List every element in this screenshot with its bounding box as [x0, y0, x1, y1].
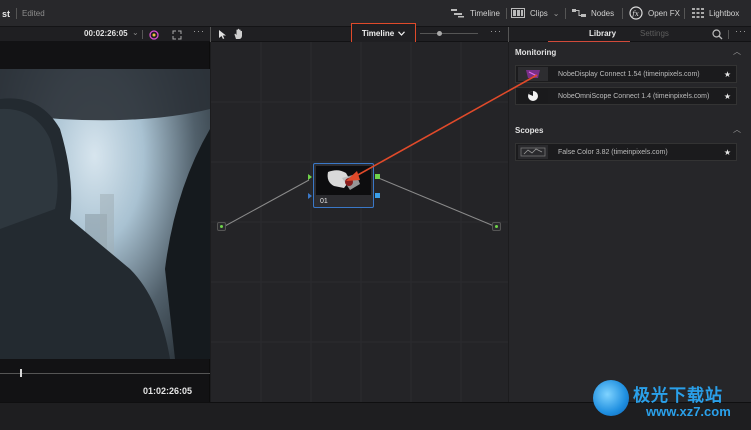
watermark-logo-icon	[593, 380, 629, 416]
watermark-title: 极光下载站	[633, 386, 723, 405]
watermark-url: www.xz7.com	[646, 404, 731, 419]
bottom-status-bar	[0, 402, 751, 430]
annotation-arrow	[346, 74, 538, 181]
